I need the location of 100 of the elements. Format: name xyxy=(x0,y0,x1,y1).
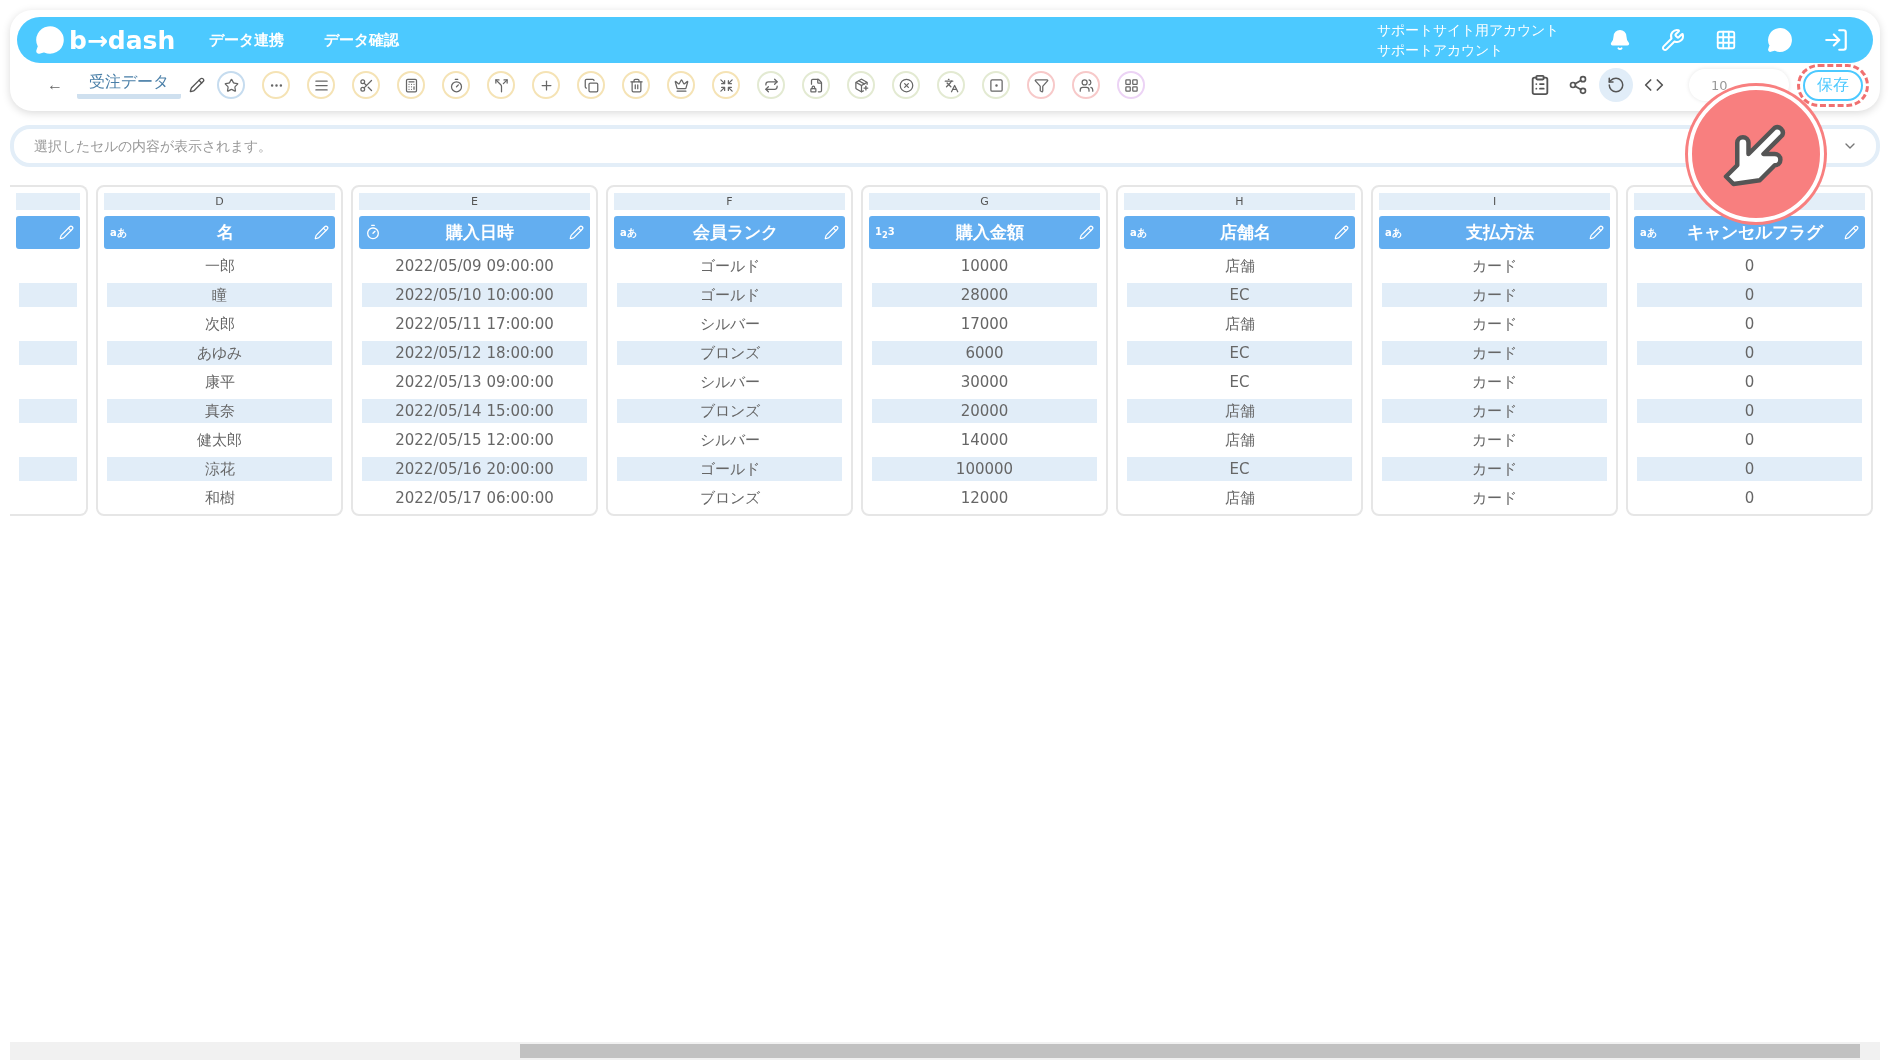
cell-stripe xyxy=(19,341,77,365)
table-cell-text: カード xyxy=(1471,256,1518,277)
translate-icon[interactable] xyxy=(937,71,965,99)
file-lock-icon[interactable] xyxy=(802,71,830,99)
table-cell-text: カード xyxy=(1471,488,1518,509)
back-button[interactable]: ← xyxy=(47,76,63,94)
table-cell: 0 xyxy=(1637,399,1862,423)
table-cell-text: 2022/05/09 09:00:00 xyxy=(394,256,555,277)
column-header[interactable]: aあ 会員ランク xyxy=(614,216,845,249)
table-cell-text: 和樹 xyxy=(203,488,236,509)
table-cell: カード xyxy=(1382,457,1607,481)
table-cell-text: EC xyxy=(1228,372,1251,393)
table-cell-text: 一郎 xyxy=(203,256,236,277)
formula-input[interactable]: 選択したセルの内容が表示されます。 xyxy=(32,137,1842,155)
table-cell-text: 14000 xyxy=(959,430,1010,451)
column-letter: D xyxy=(104,193,335,210)
table-cell: 28000 xyxy=(872,283,1097,307)
table-cell: 2022/05/10 10:00:00 xyxy=(362,283,587,307)
column-header[interactable]: aあ 名 xyxy=(104,216,335,249)
table-cell: カード xyxy=(1382,399,1607,423)
type-label: aあ xyxy=(620,225,638,240)
column-header[interactable]: aあ キャンセルフラグ xyxy=(1634,216,1865,249)
trash-icon[interactable] xyxy=(622,71,650,99)
split-icon[interactable] xyxy=(487,71,515,99)
table-cell-text: 17000 xyxy=(959,314,1010,335)
column-header[interactable]: 1$_{2}$3 購入金額 xyxy=(869,216,1100,249)
table-cell: 2022/05/12 18:00:00 xyxy=(362,341,587,365)
pencil-icon[interactable] xyxy=(189,77,205,93)
table-cell-text: 0 xyxy=(1743,256,1756,277)
table-cell-text: 0 xyxy=(1743,430,1756,451)
account-site: サポートサイト用アカウント xyxy=(1377,21,1559,40)
calculator-icon[interactable] xyxy=(397,71,425,99)
table-cell-text: カード xyxy=(1471,372,1518,393)
table-cell: カード xyxy=(1382,283,1607,307)
table-cell-text: 2022/05/17 06:00:00 xyxy=(394,488,555,509)
grid-icon[interactable] xyxy=(1117,71,1145,99)
crown-icon[interactable] xyxy=(667,71,695,99)
table-cell: 20000 xyxy=(872,399,1097,423)
column-header[interactable]: aあ 店舗名 xyxy=(1124,216,1355,249)
table-cell-text: カード xyxy=(1471,430,1518,451)
circle-x-icon[interactable] xyxy=(892,71,920,99)
type-label: 1$_{2}$3 xyxy=(875,225,896,240)
table-cell: ゴールド xyxy=(617,283,842,307)
column-header[interactable]: 購入日時 xyxy=(359,216,590,249)
dots-icon[interactable] xyxy=(262,71,290,99)
plus-icon[interactable] xyxy=(532,71,560,99)
table-cell: 2022/05/16 20:00:00 xyxy=(362,457,587,481)
package-icon[interactable] xyxy=(847,71,875,99)
type-label: aあ xyxy=(1130,225,1148,240)
table-cell-text: 0 xyxy=(1743,488,1756,509)
zoom-field[interactable]: 10 xyxy=(1689,69,1789,101)
table-cell: 0 xyxy=(1637,341,1862,365)
table-cell: ゴールド xyxy=(617,457,842,481)
table-cell: 涼花 xyxy=(107,457,332,481)
scroll-thumb[interactable] xyxy=(520,1044,1860,1058)
table-cell: 店舗 xyxy=(1127,399,1352,423)
shrink-icon[interactable] xyxy=(712,71,740,99)
table-cell-text: 2022/05/15 12:00:00 xyxy=(394,430,555,451)
column-header[interactable]: aあ 支払方法 xyxy=(1379,216,1610,249)
repeat-icon[interactable] xyxy=(757,71,785,99)
table-cell-text: 健太郎 xyxy=(196,430,243,451)
column-letter: E xyxy=(359,193,590,210)
table-cell: 0 xyxy=(1637,283,1862,307)
column-letter: H xyxy=(1124,193,1355,210)
table-cell: 100000 xyxy=(872,457,1097,481)
table-cell-text: 店舗 xyxy=(1223,488,1256,509)
column-letter: I xyxy=(1379,193,1610,210)
table-cell-text: カード xyxy=(1471,314,1518,335)
lines-icon[interactable] xyxy=(307,71,335,99)
column-letter-bar xyxy=(16,193,80,210)
table-cell-text: ゴールド xyxy=(698,256,761,277)
table-cell: 0 xyxy=(1637,457,1862,481)
stopwatch-icon[interactable] xyxy=(442,71,470,99)
logo-icon xyxy=(35,25,65,55)
restore-icon[interactable] xyxy=(1599,68,1633,102)
table-cell: 2022/05/14 15:00:00 xyxy=(362,399,587,423)
table-cell: ブロンズ xyxy=(617,341,842,365)
stopwatch-icon xyxy=(365,223,381,240)
filter-icon[interactable] xyxy=(1027,71,1055,99)
nav-link[interactable]: データ連携 xyxy=(209,30,285,50)
table-cell: EC xyxy=(1127,283,1352,307)
table-cell: 6000 xyxy=(872,341,1097,365)
table-cell-text: 30000 xyxy=(959,372,1010,393)
scissors-icon[interactable] xyxy=(352,71,380,99)
type-label: aあ xyxy=(1385,225,1403,240)
table-cell-text: ブロンズ xyxy=(698,488,761,509)
copy-icon[interactable] xyxy=(577,71,605,99)
table-cell-text: 康平 xyxy=(203,372,236,393)
table-cell-text: 12000 xyxy=(959,488,1010,509)
table-cell: 真奈 xyxy=(107,399,332,423)
scrollbar[interactable] xyxy=(10,1042,1880,1060)
nav-link[interactable]: データ確認 xyxy=(324,30,400,50)
column-letter: F xyxy=(614,193,845,210)
table-cell-text: 0 xyxy=(1743,314,1756,335)
people-icon[interactable] xyxy=(1072,71,1100,99)
table-cell-text: シルバー xyxy=(698,314,761,335)
formula-bar[interactable]: 選択したセルの内容が表示されます。 xyxy=(10,125,1880,167)
table-cell: ブロンズ xyxy=(617,399,842,423)
sheet-title[interactable]: 受注データ xyxy=(77,71,181,99)
table-cell: 瞳 xyxy=(107,283,332,307)
